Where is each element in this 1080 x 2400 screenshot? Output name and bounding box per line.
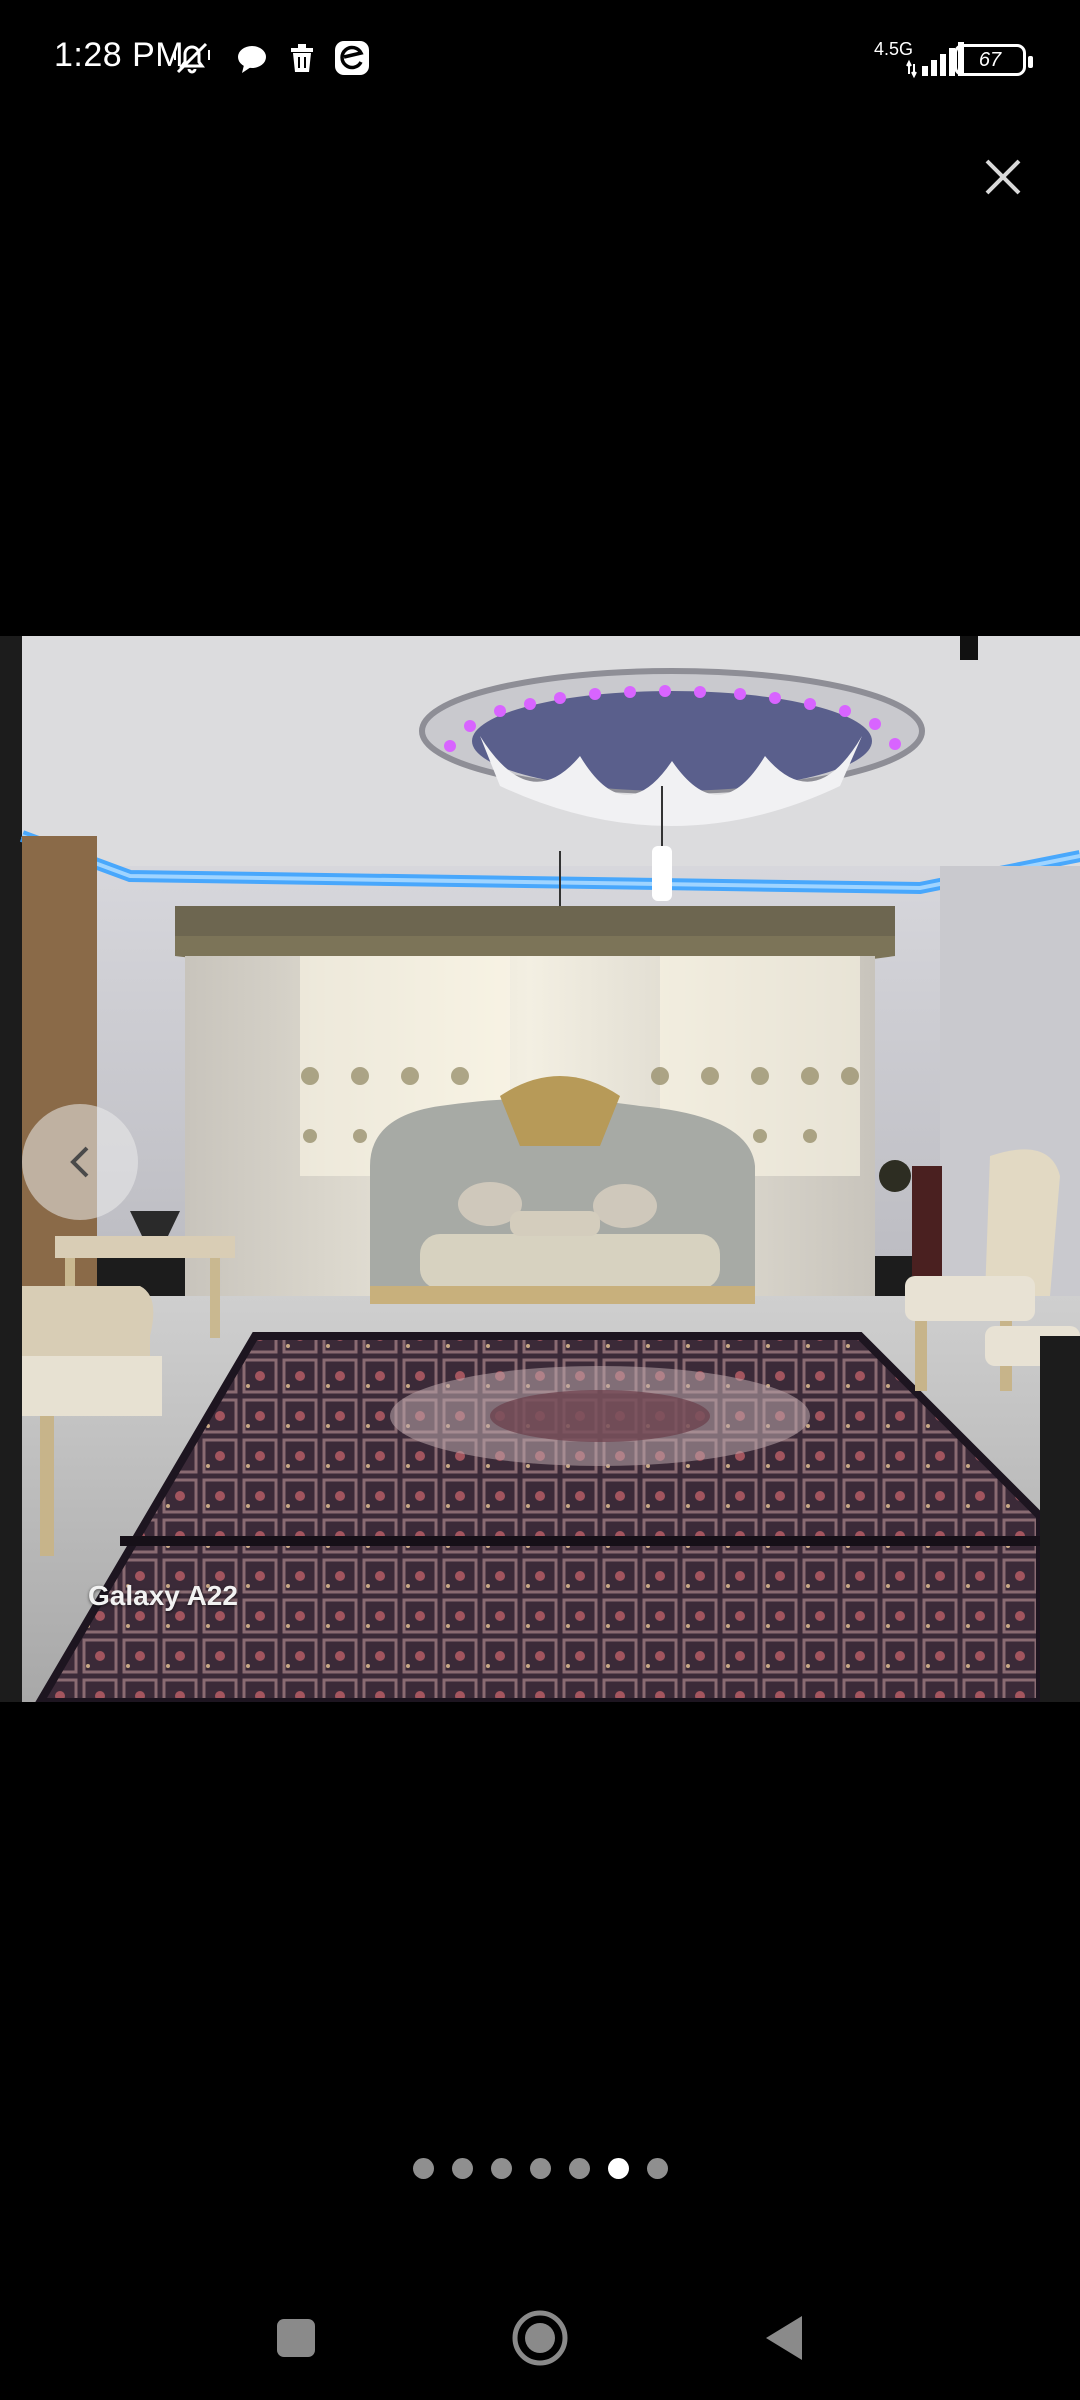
photo-watermark: Galaxy A22	[88, 1580, 238, 1611]
page-dot-3[interactable]	[490, 2158, 512, 2179]
page-dot-4[interactable]	[529, 2158, 551, 2179]
back-button[interactable]	[754, 2308, 814, 2368]
living-room-image	[0, 636, 1080, 1702]
status-time: 1:28 PM	[54, 36, 185, 74]
square-icon	[277, 2319, 315, 2357]
message-icon	[238, 46, 266, 73]
home-button[interactable]	[510, 2308, 570, 2368]
mute-icon	[174, 42, 210, 74]
gallery-photo	[0, 636, 1080, 1702]
close-icon	[985, 159, 1021, 195]
page-dot-1[interactable]	[412, 2158, 434, 2179]
page-dot-6[interactable]	[607, 2158, 629, 2179]
page-dot-2[interactable]	[451, 2158, 473, 2179]
navigation-bar	[0, 2280, 1080, 2390]
page-dot-5[interactable]	[568, 2158, 590, 2179]
battery-icon: 67	[954, 44, 1033, 76]
page-indicator	[0, 2158, 1080, 2179]
trash-icon	[291, 44, 313, 72]
chevron-left-icon	[70, 1146, 89, 1178]
triangle-back-icon	[766, 2316, 802, 2360]
previous-image-button[interactable]	[22, 1104, 138, 1220]
page-dot-7[interactable]	[646, 2158, 668, 2179]
recent-apps-button[interactable]	[266, 2308, 326, 2368]
status-bar: 1:28 PM 4.5G 67	[0, 0, 1080, 120]
edge-browser-icon	[335, 41, 369, 75]
circle-icon	[512, 2310, 568, 2366]
close-button[interactable]	[966, 140, 1040, 214]
battery-level: 67	[978, 49, 1002, 71]
